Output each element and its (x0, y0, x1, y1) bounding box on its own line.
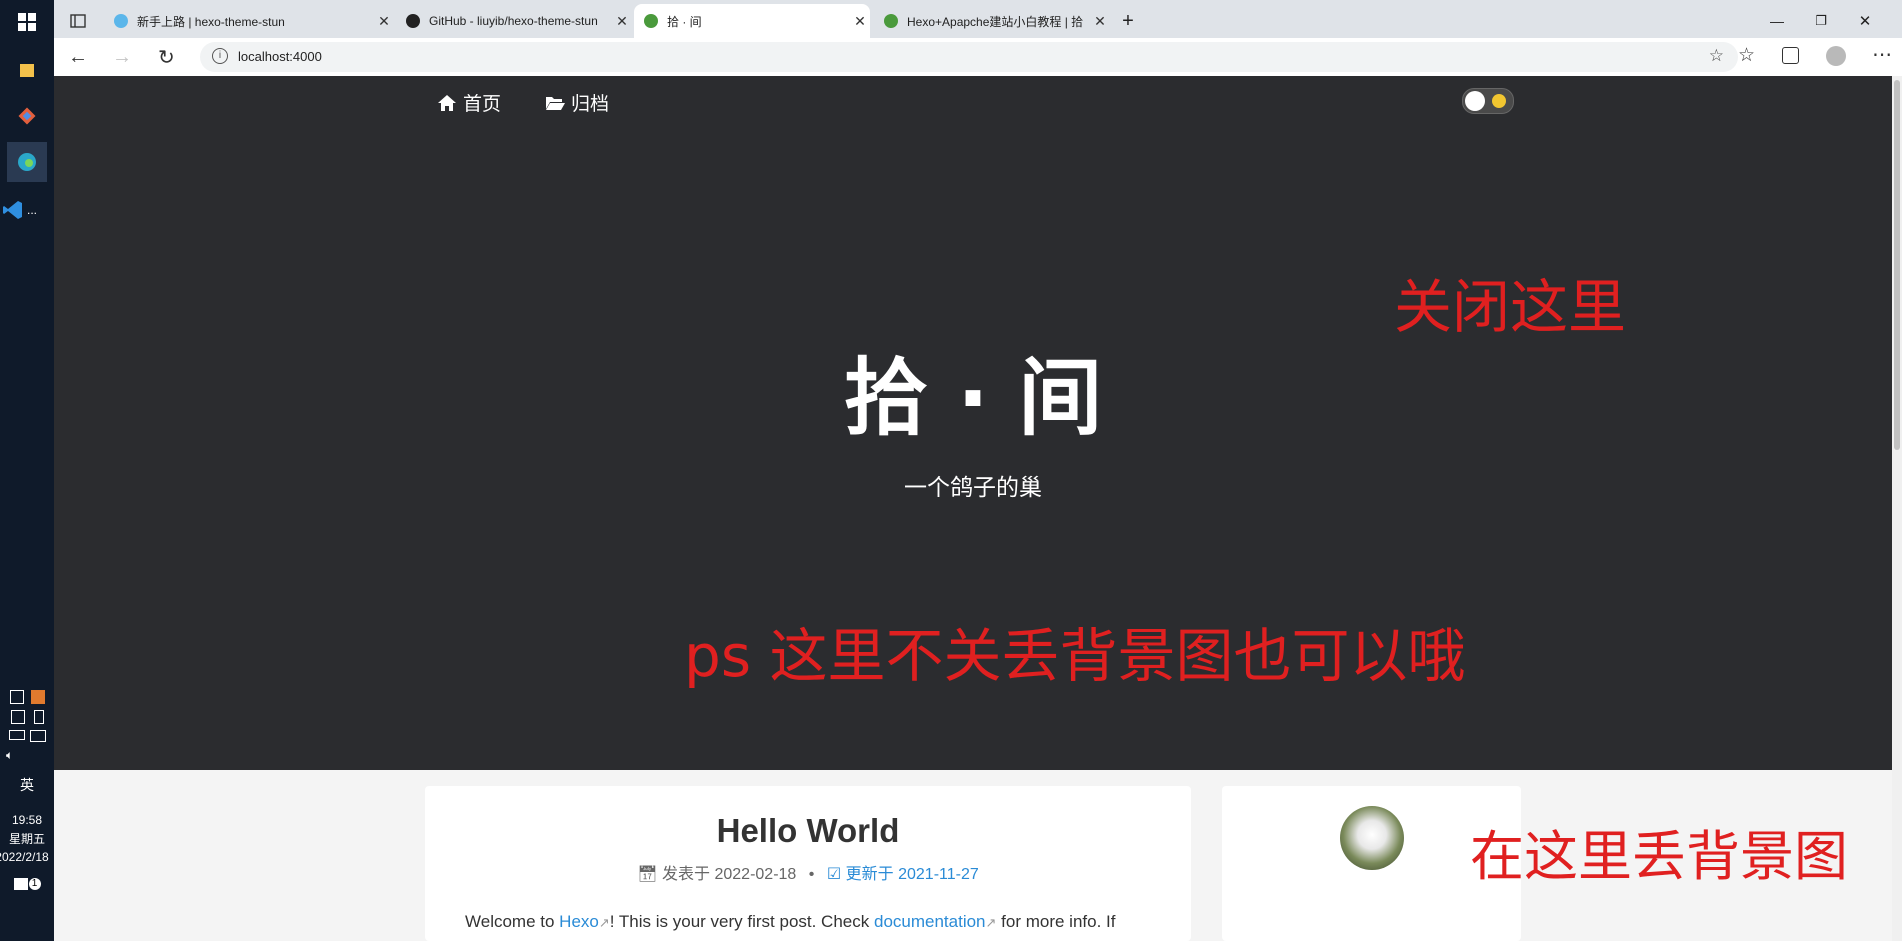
stun-icon (114, 14, 128, 28)
app-tray-icon[interactable] (30, 690, 45, 704)
excerpt-text-1: Welcome to (465, 912, 560, 931)
tab-site-home[interactable]: 拾 · 间 ✕ (634, 4, 870, 38)
external-link-icon: ↗ (985, 915, 997, 930)
site-title: 拾 · 间 (843, 349, 1103, 447)
system-tray: 🔈︎ 英 19:58 星期五 2022/2/18 1 (0, 690, 54, 890)
keyboard-tray-icon[interactable] (8, 730, 25, 740)
excerpt-text-3: for more info. If (996, 912, 1116, 931)
nav-home-link[interactable]: 首页 (437, 89, 501, 116)
taskbar: ... 🔈︎ 英 19:58 星期五 2022/2/18 1 (0, 0, 54, 941)
tray-icons-row-2 (6, 710, 48, 724)
back-arrow-icon[interactable]: ← (68, 46, 88, 69)
published-date: 2022-02-18 (714, 866, 797, 883)
toggle-knob (1465, 91, 1485, 111)
forward-arrow-icon[interactable]: → (112, 46, 132, 69)
documentation-link[interactable]: documentation (874, 912, 986, 931)
hexo-link[interactable]: Hexo (559, 912, 599, 931)
close-icon[interactable]: ✕ (612, 13, 632, 30)
folder-open-icon (546, 97, 565, 110)
github-icon (406, 14, 420, 28)
close-icon[interactable]: ✕ (1090, 13, 1110, 30)
git-icon[interactable] (7, 96, 47, 136)
site-info-icon[interactable]: i (212, 48, 228, 64)
tab-github[interactable]: GitHub - liuyib/hexo-theme-stun ✕ (396, 4, 632, 38)
usb-tray-icon[interactable] (33, 710, 44, 724)
annotation-drop-background: 在这里丢背景图 (1470, 825, 1848, 888)
dark-mode-toggle[interactable] (1462, 88, 1514, 114)
notification-center-icon[interactable]: 1 (0, 878, 54, 890)
annotation-close-here: 关闭这里 (1394, 273, 1627, 341)
calendar-plus-icon: 📅︎ (637, 866, 658, 883)
minimize-icon[interactable]: — (1762, 4, 1792, 38)
clock-weekday[interactable]: 星期五 (0, 830, 54, 847)
file-explorer-icon[interactable] (7, 50, 47, 90)
nav-home-label: 首页 (463, 94, 502, 115)
nav-archive-link[interactable]: 归档 (545, 89, 609, 116)
ime-indicator[interactable]: 英 (0, 775, 54, 795)
notification-count: 1 (28, 878, 41, 890)
post-meta: 📅︎ 发表于 2022-02-18 • ☑ 更新于 2021-11-27 (425, 860, 1191, 884)
new-tab-button[interactable]: + (1114, 4, 1142, 38)
tab-strip: 新手上路 | hexo-theme-stun ✕ GitHub - liuyib… (54, 0, 1902, 38)
page-scrollbar[interactable] (1892, 76, 1902, 941)
external-link-icon: ↗ (598, 915, 610, 930)
close-icon[interactable]: ✕ (850, 13, 870, 30)
post-title[interactable]: Hello World (425, 812, 1191, 850)
volume-icon[interactable]: 🔈︎ (0, 748, 54, 763)
refresh-icon[interactable]: ↻ (158, 45, 175, 70)
clock-date[interactable]: 2022/2/18 (0, 850, 54, 864)
annotation-ps-note: ps 这里不关丢背景图也可以哦 (684, 622, 1466, 690)
updated-date: 2021-11-27 (898, 866, 979, 883)
favorites-icon[interactable]: ☆ (1738, 44, 1755, 67)
profile-icon[interactable] (1826, 46, 1846, 66)
package-tray-icon[interactable] (10, 710, 25, 724)
nav-archive-label: 归档 (571, 94, 610, 115)
tray-icons-row-3 (6, 730, 48, 742)
tab-label: 新手上路 | hexo-theme-stun (137, 14, 285, 29)
close-icon[interactable]: ✕ (374, 13, 394, 30)
home-icon (438, 94, 456, 111)
site-icon (644, 14, 658, 28)
calendar-check-icon: ☑ (826, 866, 842, 883)
browser-toolbar: ← → ↻ i localhost:4000 ☆ ☆ ⋯ (54, 38, 1902, 77)
tab-actions-icon[interactable] (58, 4, 98, 38)
site-subtitle: 一个鸽子的巢 (904, 474, 1042, 500)
post-excerpt: Welcome to Hexo↗! This is your very firs… (465, 912, 1115, 932)
excerpt-text-2: ! This is your very first post. Check (609, 912, 874, 931)
collections-icon[interactable] (1782, 47, 1799, 64)
tab-label: 拾 · 间 (667, 14, 702, 29)
published-label: 发表于 (662, 866, 711, 883)
tab-hexo-tutorial[interactable]: Hexo+Apapche建站小白教程 | 拾 ✕ (874, 4, 1110, 38)
more-menu-icon[interactable]: ⋯ (1872, 42, 1892, 67)
windows-start-icon[interactable] (7, 2, 47, 42)
site-icon (884, 14, 898, 28)
clock-time[interactable]: 19:58 (0, 813, 54, 827)
updated-label: 更新于 (845, 866, 894, 883)
vscode-icon[interactable]: ... (2, 190, 50, 230)
window-close-icon[interactable]: ✕ (1850, 4, 1880, 38)
add-favorite-icon[interactable]: ☆ (1709, 46, 1724, 66)
content-area: Hello World 📅︎ 发表于 2022-02-18 • ☑ 更新于 20… (54, 770, 1892, 941)
search-tray-icon[interactable] (9, 690, 24, 704)
tab-label: Hexo+Apapche建站小白教程 | 拾 (907, 14, 1084, 29)
post-card: Hello World 📅︎ 发表于 2022-02-18 • ☑ 更新于 20… (425, 786, 1191, 941)
web-page: 首页 归档 拾 · 间 一个鸽子的巢 关闭这里 ps 这里不关丢背景图也可以哦 … (54, 76, 1892, 941)
avatar[interactable] (1340, 806, 1404, 870)
sun-icon (1492, 94, 1506, 108)
edge-browser-icon[interactable] (7, 142, 47, 182)
restore-icon[interactable]: ❐ (1806, 4, 1836, 38)
network-tray-icon[interactable] (29, 730, 46, 742)
address-bar[interactable]: i localhost:4000 ☆ (200, 42, 1738, 72)
tab-label: GitHub - liuyib/hexo-theme-stun (429, 14, 598, 28)
url-text[interactable]: localhost:4000 (238, 49, 322, 64)
tab-stun-guide[interactable]: 新手上路 | hexo-theme-stun ✕ (104, 4, 394, 38)
tray-icons-row-1 (6, 690, 48, 704)
meta-separator: • (808, 866, 815, 883)
scrollbar-thumb[interactable] (1894, 80, 1900, 450)
